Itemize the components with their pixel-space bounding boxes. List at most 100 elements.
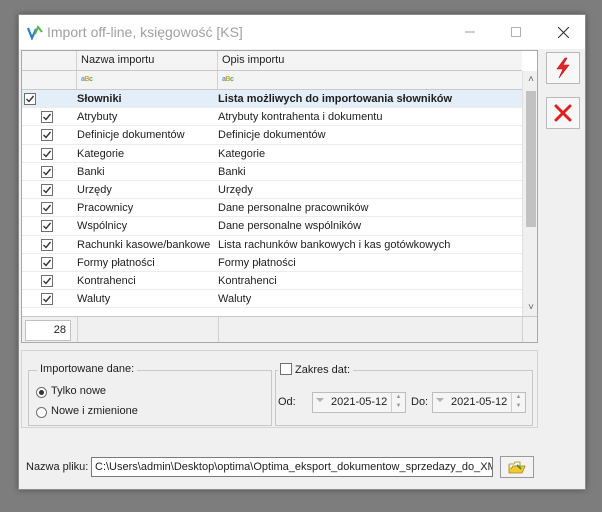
row-description: Dane personalne wspólników (218, 220, 362, 233)
table-row[interactable]: Definicje dokumentów Definicje dokumentów (22, 126, 522, 145)
row-description: Lista rachunków bankowych i kas gotówkow… (218, 238, 451, 251)
row-checkbox[interactable] (41, 256, 53, 269)
radio-only-new[interactable] (36, 387, 47, 398)
header-desc-column[interactable]: Opis importu (218, 51, 522, 70)
scroll-thumb[interactable] (526, 91, 536, 227)
row-name: Waluty (77, 293, 111, 306)
row-description: Banki (218, 165, 246, 178)
row-checkbox[interactable] (41, 220, 53, 233)
table-row[interactable]: Kontrahenci Kontrahenci (22, 272, 522, 291)
table-row[interactable]: Atrybuty Atrybuty kontrahenta i dokumentu (22, 108, 522, 127)
chevron-down-icon[interactable] (436, 398, 444, 402)
grid-footer: 28 (22, 316, 537, 342)
radio-only-new-label[interactable]: Tylko nowe (51, 385, 106, 397)
abc-filter-icon: aBc (81, 76, 93, 83)
row-checkbox[interactable] (24, 93, 36, 105)
row-description: Waluty (218, 293, 252, 306)
table-row[interactable]: Pracownicy Dane personalne pracowników (22, 199, 522, 218)
window-title: Import off-line, księgowość [KS] (47, 24, 243, 40)
row-name: Słowniki (77, 93, 122, 105)
cancel-button[interactable] (546, 97, 580, 129)
row-checkbox[interactable] (41, 184, 53, 196)
row-checkbox[interactable] (41, 147, 53, 160)
from-date-spinner[interactable]: ▲ ▼ (391, 393, 405, 412)
table-row[interactable]: Banki Banki (22, 163, 522, 181)
scroll-down-icon[interactable]: ˅ (523, 299, 537, 316)
row-name: Formy płatności (77, 256, 155, 269)
browse-file-button[interactable] (500, 456, 534, 478)
close-window-button[interactable] (540, 15, 586, 49)
row-description: Kontrahenci (218, 275, 277, 287)
table-row[interactable]: Waluty Waluty (22, 290, 522, 309)
footer-divider (522, 317, 523, 342)
filter-desc-cell[interactable]: aBc (218, 71, 522, 89)
filter-name-cell[interactable]: aBc (77, 71, 218, 89)
row-checkbox[interactable] (41, 293, 53, 306)
table-row[interactable]: Formy płatności Formy płatności (22, 254, 522, 272)
header-checkbox-column[interactable] (22, 51, 77, 70)
row-checkbox[interactable] (41, 275, 53, 287)
minimize-button[interactable] (447, 15, 493, 49)
row-count: 28 (25, 320, 71, 341)
to-date-picker[interactable]: 2021-05-12 ▲ ▼ (432, 392, 526, 413)
imported-data-label: Importowane dane: (37, 363, 138, 375)
row-checkbox[interactable] (41, 165, 53, 178)
table-row[interactable]: Rachunki kasowe/bankowe Lista rachunków b… (22, 236, 522, 254)
grid-header: Nazwa importu Opis importu (22, 51, 522, 71)
options-panel: Importowane dane: Tylko nowe Nowe i zmie… (21, 350, 538, 428)
table-row[interactable]: Kategorie Kategorie (22, 145, 522, 163)
grid-filter-row: aBc aBc (22, 71, 522, 90)
to-label: Do: (411, 396, 429, 408)
date-range-checkbox[interactable] (280, 363, 292, 375)
maximize-button[interactable] (493, 15, 539, 49)
row-name: Pracownicy (77, 202, 134, 215)
run-import-button[interactable] (546, 52, 580, 84)
row-name: Kontrahenci (77, 275, 136, 287)
abc-filter-icon: aBc (222, 76, 234, 83)
row-checkbox[interactable] (41, 202, 53, 215)
import-grid: Nazwa importu Opis importu aBc aBc Słown… (21, 50, 538, 343)
lightning-icon (556, 57, 570, 79)
row-name: Kategorie (77, 147, 125, 160)
row-name: Atrybuty (77, 111, 118, 124)
row-checkbox[interactable] (41, 111, 53, 124)
row-checkbox[interactable] (41, 238, 53, 251)
table-row[interactable]: Urzędy Urzędy (22, 181, 522, 200)
date-range-label[interactable]: Zakres dat: (295, 364, 350, 376)
header-name-column[interactable]: Nazwa importu (77, 51, 218, 70)
date-range-group: Zakres dat: Od: 2021-05-12 ▲ ▼ Do: 2021-0… (275, 361, 533, 426)
title-bar: Import off-line, księgowość [KS] (19, 15, 585, 49)
row-name: Banki (77, 165, 105, 178)
table-row[interactable]: Wspólnicy Dane personalne wspólników (22, 217, 522, 236)
table-row[interactable]: Słowniki Lista możliwych do importowania … (22, 90, 522, 109)
red-x-icon (554, 104, 572, 122)
import-dialog: Import off-line, księgowość [KS] Nazwa i… (18, 14, 586, 490)
grid-rows: Słowniki Lista możliwych do importowania … (22, 90, 522, 316)
folder-browse-icon (508, 461, 526, 474)
row-description: Lista możliwych do importowania słownikó… (218, 93, 453, 105)
row-description: Definicje dokumentów (218, 129, 326, 142)
row-name: Rachunki kasowe/bankowe (77, 238, 211, 251)
date-range-header: Zakres dat: (278, 361, 354, 376)
imported-data-group: Importowane dane: Tylko nowe Nowe i zmie… (28, 363, 272, 426)
radio-new-and-changed-label[interactable]: Nowe i zmienione (51, 405, 138, 417)
row-name: Wspólnicy (77, 220, 128, 233)
to-date-spinner[interactable]: ▲ ▼ (511, 393, 525, 412)
header-name-label: Nazwa importu (81, 54, 155, 66)
row-checkbox[interactable] (41, 129, 53, 142)
row-name: Urzędy (77, 184, 112, 196)
row-name: Definicje dokumentów (77, 129, 185, 142)
file-path-input[interactable]: C:\Users\admin\Desktop\optima\Optima_eks… (91, 457, 493, 477)
row-description: Formy płatności (218, 256, 296, 269)
scroll-up-icon[interactable]: ˄ (523, 71, 537, 88)
radio-new-and-changed[interactable] (36, 407, 47, 418)
row-description: Kategorie (218, 147, 266, 160)
chevron-down-icon[interactable] (316, 398, 324, 402)
row-description: Dane personalne pracowników (218, 202, 369, 215)
to-date-value: 2021-05-12 (451, 396, 508, 408)
vertical-scrollbar[interactable]: ˄ ˅ (522, 71, 537, 316)
file-name-label: Nazwa pliku: (26, 461, 89, 473)
from-date-picker[interactable]: 2021-05-12 ▲ ▼ (312, 392, 406, 413)
header-desc-label: Opis importu (222, 54, 285, 66)
from-label: Od: (278, 396, 296, 408)
